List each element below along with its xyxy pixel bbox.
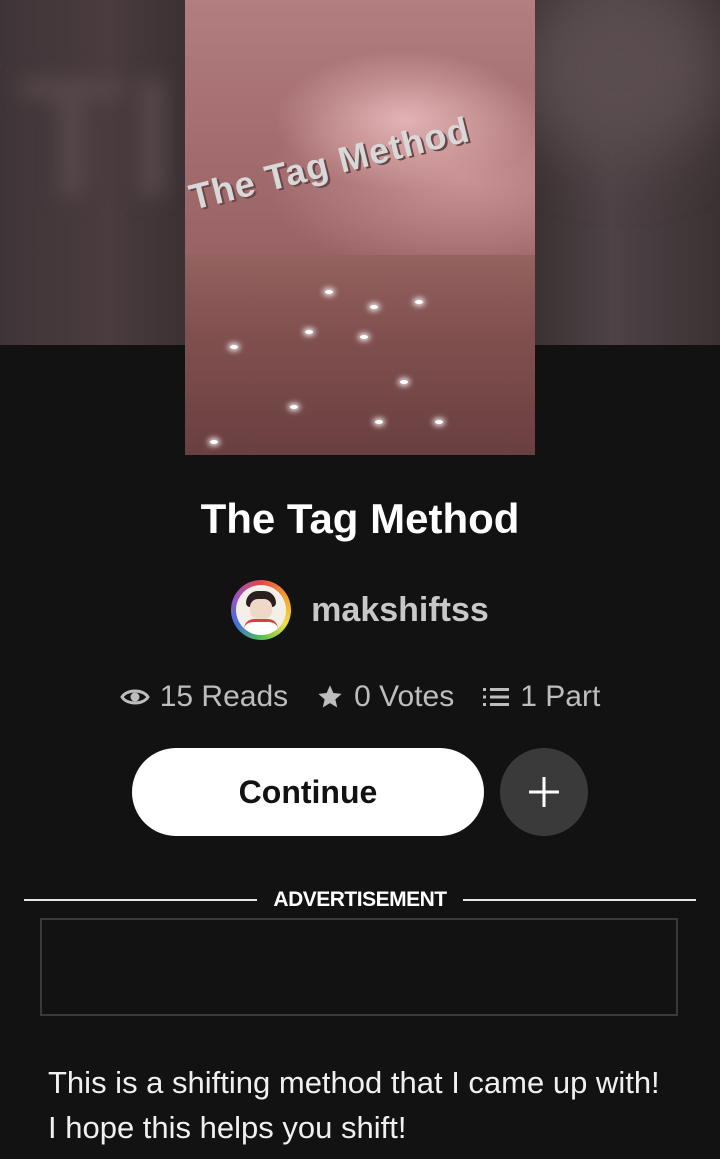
story-stats: 15 Reads 0 Votes 1 Part xyxy=(0,680,720,714)
cover-title-text: The Tag Method xyxy=(185,108,474,218)
divider-line xyxy=(24,899,258,901)
cover-sparkle xyxy=(370,305,378,309)
reads-count: 15 Reads xyxy=(159,680,289,713)
story-description: This is a shifting method that I came up… xyxy=(48,1060,688,1150)
story-title: The Tag Method xyxy=(200,495,520,542)
advertisement-label: ADVERTISEMENT xyxy=(273,888,447,911)
blurred-backdrop-art: TI xyxy=(20,43,180,233)
reads-stat: 15 Reads xyxy=(119,680,289,714)
parts-count: 1 Part xyxy=(520,680,601,713)
avatar-image xyxy=(236,585,287,635)
eye-icon xyxy=(119,689,150,705)
cover-sparkle xyxy=(230,345,238,349)
story-cover[interactable]: The Tag Method xyxy=(185,0,535,455)
parts-stat: 1 Part xyxy=(482,680,600,714)
description-line: I hope this helps you shift! xyxy=(48,1110,407,1145)
divider-line xyxy=(462,899,696,901)
author-name[interactable]: makshiftss xyxy=(311,591,489,630)
cover-sparkle xyxy=(325,290,333,294)
cover-sparkle xyxy=(435,420,443,424)
description-line: This is a shifting method that I came up… xyxy=(48,1065,660,1100)
cover-sparkle xyxy=(400,380,408,384)
author-row[interactable]: makshiftss xyxy=(0,580,720,640)
cover-sparkle xyxy=(375,420,383,424)
advertisement-slot[interactable] xyxy=(40,918,678,1016)
add-to-library-button[interactable] xyxy=(500,748,588,836)
advertisement-divider: ADVERTISEMENT xyxy=(24,884,696,916)
votes-count: 0 Votes xyxy=(354,680,455,713)
cover-sparkle xyxy=(360,335,368,339)
star-icon xyxy=(318,685,342,708)
plus-icon xyxy=(529,777,559,807)
cover-sparkle xyxy=(415,300,423,304)
cover-sparkle xyxy=(305,330,313,334)
cover-sparkle xyxy=(290,405,298,409)
cover-sea xyxy=(185,255,535,455)
avatar[interactable] xyxy=(231,580,292,640)
list-icon xyxy=(483,688,510,706)
cover-sparkle xyxy=(210,440,218,444)
continue-button[interactable]: Continue xyxy=(132,748,484,836)
blurred-backdrop-glow xyxy=(520,0,720,160)
votes-stat: 0 Votes xyxy=(316,680,454,714)
